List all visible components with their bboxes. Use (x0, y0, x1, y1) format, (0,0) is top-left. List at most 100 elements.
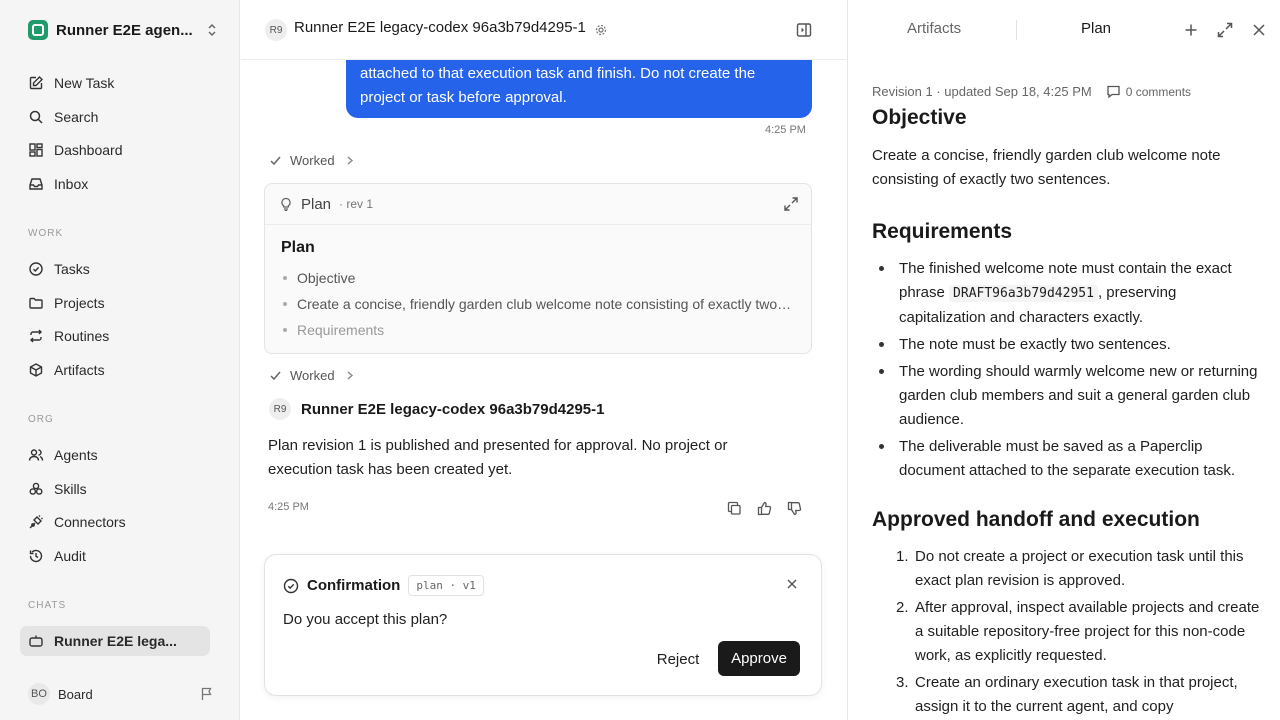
comments-link[interactable]: 0 comments (1106, 84, 1191, 99)
sidebar-item-search[interactable]: Search (20, 102, 210, 132)
approve-button[interactable]: Approve (718, 641, 800, 676)
repeat-icon (30, 329, 42, 343)
plan-card-label: Plan (301, 195, 332, 213)
worked-toggle[interactable]: Worked (269, 368, 356, 383)
board-label: Board (58, 686, 93, 702)
sidebar-item-label: Runner E2E lega... (54, 633, 177, 649)
objective-heading: Objective (872, 106, 967, 129)
sidebar-item-label: Inbox (54, 176, 89, 192)
sidebar-item-label: Search (54, 109, 99, 125)
sidebar-item-label: New Task (54, 75, 115, 91)
confirmation-tag: plan · v1 (408, 575, 484, 596)
check-icon (270, 156, 281, 166)
gear-icon[interactable] (594, 23, 608, 37)
step-number: 3. (896, 674, 909, 691)
workspace-name: Runner E2E agen... (56, 21, 193, 39)
plan-card-revision: · rev 1 (339, 197, 374, 211)
sidebar-item-label: Projects (54, 295, 105, 311)
list-item: The deliverable must be saved as a Paper… (872, 435, 1264, 483)
sidebar-item-projects[interactable]: Projects (20, 288, 210, 318)
inline-code: DRAFT96a3b79d42951 (949, 285, 1098, 302)
requirements-heading: Requirements (872, 220, 1013, 243)
sidebar-item-dashboard[interactable]: Dashboard (20, 135, 210, 165)
sidebar-item-skills[interactable]: Skills (20, 474, 210, 504)
plan-card[interactable]: Plan · rev 1 Plan Objective Create a con… (264, 183, 812, 354)
list-item: 3. Create an ordinary execution task in t… (872, 671, 1264, 719)
comment-icon (1107, 85, 1120, 99)
list-item: 2. After approval, inspect available proj… (872, 596, 1264, 668)
revision-meta: Revision 1 · updated Sep 18, 4:25 PM 0 c… (872, 84, 1191, 99)
copy-icon[interactable] (725, 499, 743, 517)
section-org: ORG (28, 414, 54, 425)
handoff-heading: Approved handoff and execution (872, 508, 1200, 531)
confirmation-card: Confirmation plan · v1 Do you accept thi… (264, 554, 822, 696)
thumbs-down-icon[interactable] (785, 499, 803, 517)
flag-icon[interactable] (200, 687, 214, 701)
plan-card-outline: Objective Create a concise, friendly gar… (281, 265, 795, 343)
list-item: Create a concise, friendly garden club w… (281, 291, 795, 317)
check-icon (270, 371, 281, 381)
inbox-icon (29, 178, 43, 190)
board-switcher[interactable]: BO Board (28, 682, 214, 706)
agent-name: Runner E2E legacy-codex 96a3b79d4295-1 (301, 400, 605, 418)
close-icon[interactable] (785, 577, 799, 591)
step-number: 1. (896, 548, 909, 565)
sidebar-item-inbox[interactable]: Inbox (20, 169, 210, 199)
tab-plan[interactable]: Plan (1081, 20, 1111, 37)
section-chats: CHATS (28, 600, 67, 611)
expand-icon[interactable] (1216, 21, 1234, 39)
worked-toggle[interactable]: Worked (269, 153, 356, 168)
workspace-switcher[interactable]: Runner E2E agen... (28, 18, 218, 42)
expand-icon[interactable] (783, 196, 799, 212)
sidebar-item-routines[interactable]: Routines (20, 321, 210, 351)
add-icon[interactable] (1182, 21, 1200, 39)
chat-title: Runner E2E legacy-codex 96a3b79d4295-1 (294, 19, 586, 36)
thumbs-up-icon[interactable] (755, 499, 773, 517)
toggle-panel-icon[interactable] (795, 21, 813, 39)
sidebar-chat-item[interactable]: Runner E2E lega... (20, 626, 210, 656)
sidebar-item-audit[interactable]: Audit (20, 541, 210, 571)
sidebar: Runner E2E agen... New Task Search Dashb… (0, 0, 240, 720)
avatar: BO (28, 683, 50, 705)
close-icon[interactable] (1250, 21, 1268, 39)
tab-artifacts[interactable]: Artifacts (907, 20, 961, 37)
lightbulb-icon (281, 197, 291, 211)
plan-card-header: Plan · rev 1 (265, 184, 811, 225)
list-item: Objective (281, 265, 795, 291)
confirmation-title: Confirmation (307, 577, 401, 594)
worked-label: Worked (290, 368, 335, 383)
worked-label: Worked (290, 153, 335, 168)
message-timestamp: 4:25 PM (765, 124, 806, 136)
agent-header: R9 Runner E2E legacy-codex 96a3b79d4295-… (269, 398, 605, 420)
sidebar-item-label: Audit (54, 548, 86, 564)
sidebar-item-tasks[interactable]: Tasks (20, 254, 210, 284)
panel-tabs: Artifacts Plan (848, 0, 1280, 60)
list-item: The note must be exactly two sentences. (872, 333, 1264, 357)
objective-text: Create a concise, friendly garden club w… (872, 147, 1221, 188)
handoff-steps: 1. Do not create a project or execution t… (872, 545, 1264, 719)
step-text: Create an ordinary execution task in tha… (915, 674, 1238, 715)
chat-pane: attached to that execution task and fini… (241, 0, 846, 720)
sidebar-item-agents[interactable]: Agents (20, 440, 210, 470)
plug-icon (29, 515, 43, 529)
sidebar-item-label: Dashboard (54, 142, 123, 158)
list-item: 1. Do not create a project or execution t… (872, 545, 1264, 593)
sidebar-item-artifacts[interactable]: Artifacts (20, 355, 210, 385)
step-text: Do not create a project or execution tas… (915, 548, 1244, 589)
step-text: After approval, inspect available projec… (915, 599, 1260, 664)
list-item: The finished welcome note must contain t… (872, 257, 1264, 330)
plan-card-title: Plan (281, 239, 315, 256)
message-actions (725, 499, 803, 517)
sidebar-item-connectors[interactable]: Connectors (20, 507, 210, 537)
chevron-right-icon (347, 371, 353, 380)
step-number: 2. (896, 599, 909, 616)
sidebar-item-new-task[interactable]: New Task (20, 68, 210, 98)
agent-avatar: R9 (265, 19, 287, 41)
tab-divider (1016, 20, 1017, 40)
pencil-square-icon (29, 76, 43, 90)
reject-button[interactable]: Reject (645, 642, 711, 676)
confirmation-question: Do you accept this plan? (283, 611, 448, 628)
list-item: The wording should warmly welcome new or… (872, 360, 1264, 432)
list-item: Requirements (281, 317, 795, 343)
history-icon (29, 549, 43, 563)
